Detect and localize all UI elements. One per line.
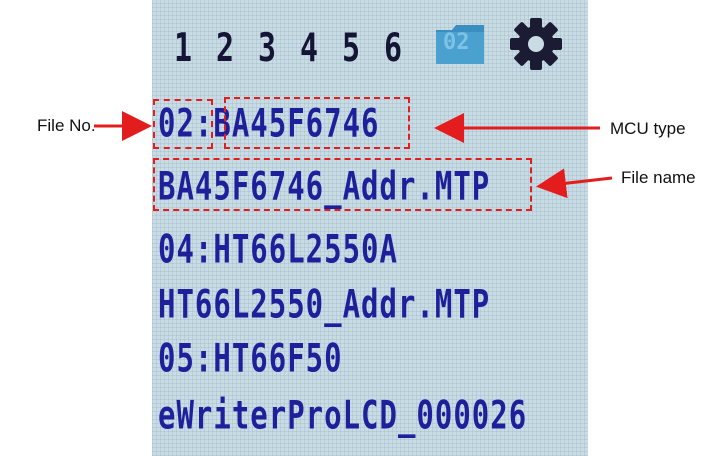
file-entry-05-filename[interactable]: eWriterProLCD_000026	[158, 392, 527, 438]
file-name-highlight	[153, 158, 532, 211]
file-entry-05-mcu[interactable]: 05:HT66F50	[158, 335, 343, 381]
file-entry-04-mcu[interactable]: 04:HT66L2550A	[158, 226, 398, 272]
gear-icon[interactable]	[508, 16, 564, 72]
mcu-type-highlight	[224, 97, 410, 149]
tab-6[interactable]: 6	[384, 26, 402, 72]
file-name-label: File name	[621, 168, 696, 187]
file-entry-04-filename[interactable]: HT66L2550_Addr.MTP	[158, 281, 490, 327]
lcd-screen: 1 2 3 4 5 6 02 02:BA45F6746 BA45F6746_Ad…	[152, 0, 588, 456]
tab-4[interactable]: 4	[300, 26, 318, 72]
tab-3[interactable]: 3	[258, 26, 276, 72]
file-no-highlight	[153, 99, 213, 149]
tab-5[interactable]: 5	[342, 26, 360, 72]
tab-2[interactable]: 2	[216, 26, 234, 72]
tab-1[interactable]: 1	[174, 26, 192, 72]
folder-icon[interactable]: 02	[434, 22, 486, 66]
mcu-type-label: MCU type	[610, 119, 686, 138]
folder-label: 02	[443, 30, 470, 55]
file-no-label: File No.	[37, 116, 96, 135]
